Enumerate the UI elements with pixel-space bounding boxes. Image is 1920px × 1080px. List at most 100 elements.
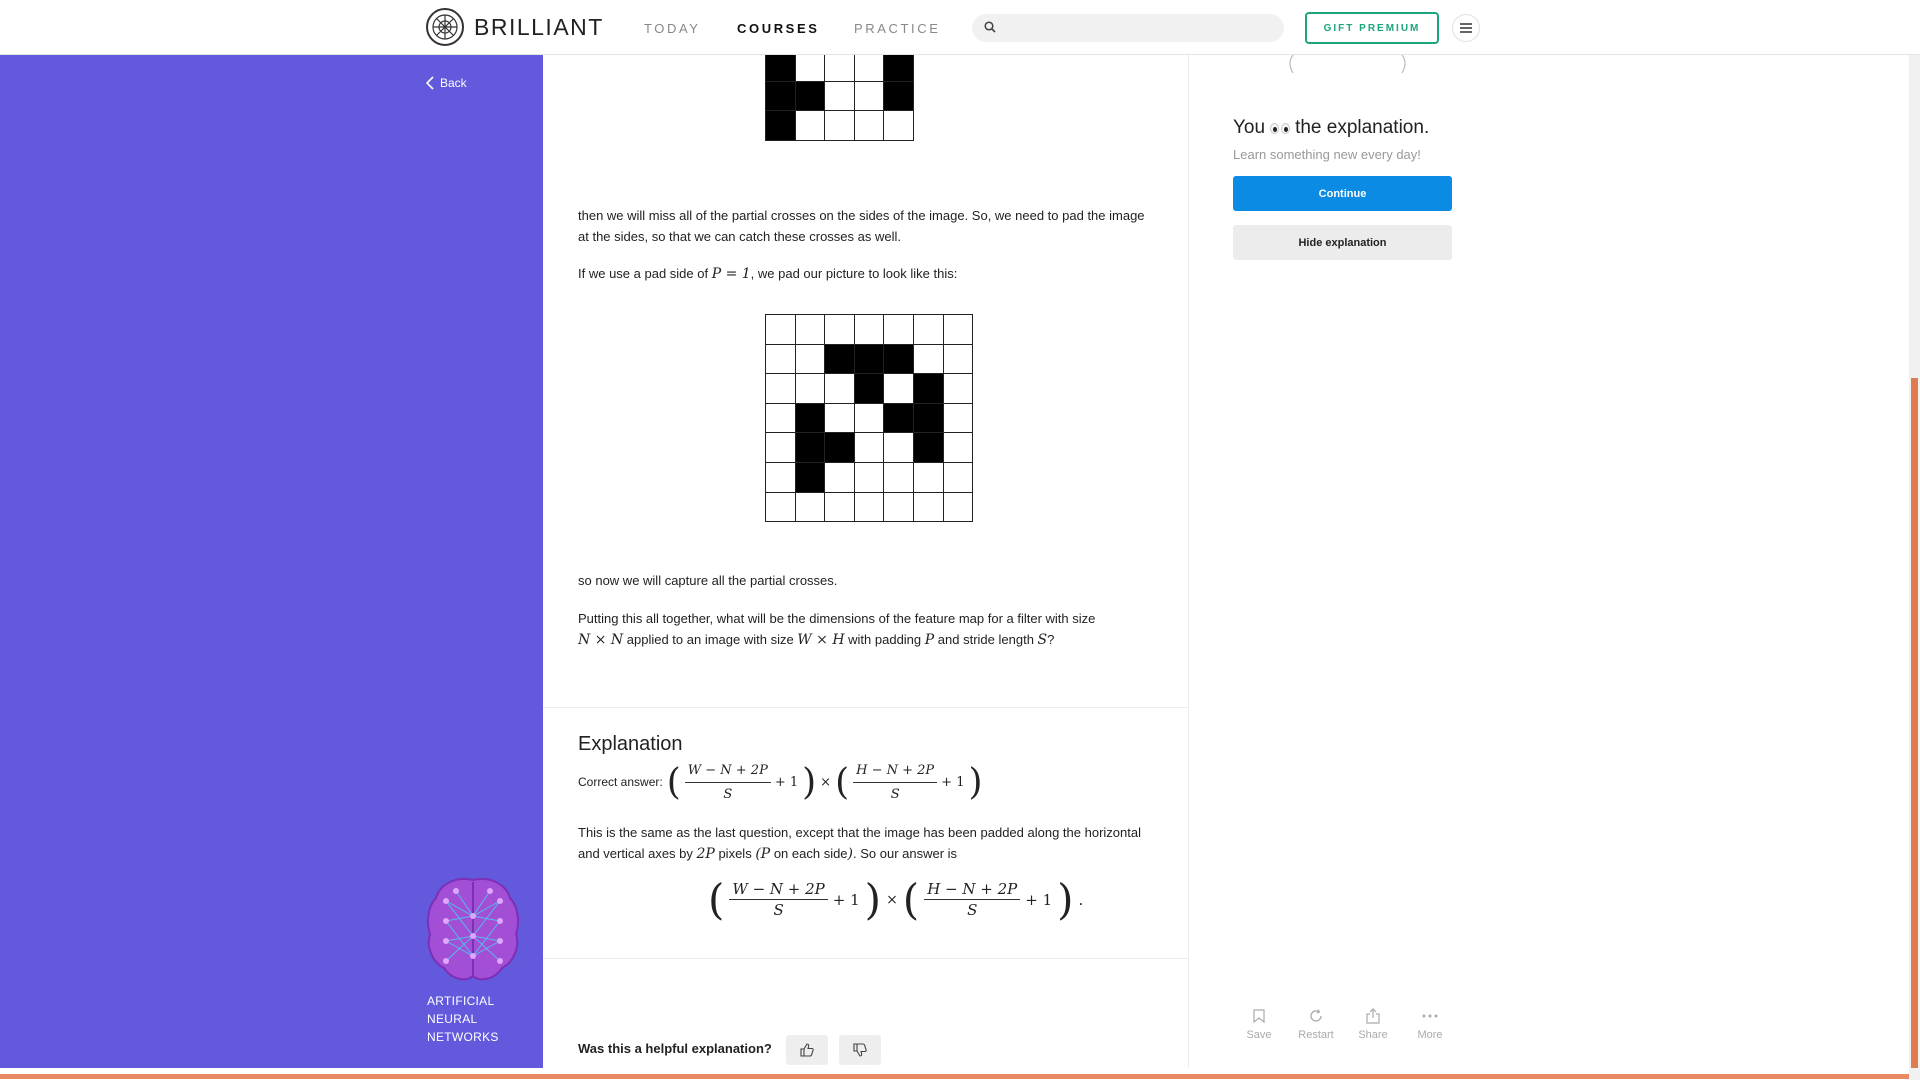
pixel-white [824,402,855,434]
pixel-black [853,373,885,404]
pixel-white [765,343,796,375]
course-title[interactable]: ARTIFICIAL NEURAL NETWORKS [427,992,499,1046]
pixel-white [853,110,885,141]
math-inline: W × H [797,632,845,648]
pixel-black [824,343,855,375]
pixel-white [794,343,826,375]
pixel-white [912,314,944,345]
pixel-black [912,402,944,434]
pixel-white [765,432,796,463]
pixel-white [883,110,914,141]
back-link[interactable]: Back [426,76,467,90]
fraction: H − N + 2P S [924,880,1021,919]
pixel-white [794,51,826,82]
restart-label: Restart [1298,1029,1334,1041]
pixel-white [883,314,914,345]
pixel-black [765,110,796,141]
brand-logo[interactable]: BRILLIANT [426,8,604,46]
paragraph: If we use a pad side of P = 1, we pad ou… [578,263,1158,285]
pixel-white [912,461,944,493]
text: ? [1047,632,1055,647]
pixel-white [824,373,855,404]
paragraph: so now we will capture all the partial c… [578,573,838,588]
text: You [1233,117,1266,138]
text: the explanation. [1295,117,1430,138]
save-action[interactable]: Save [1229,1005,1289,1041]
scrollbar-thumb[interactable] [1911,378,1918,1068]
pixel-white [912,343,944,375]
pixel-white [765,491,796,523]
pixel-white [765,373,796,404]
thumbs-down-button[interactable] [839,1035,881,1065]
eyes-icon [1270,122,1291,134]
pixel-black [794,432,826,463]
more-action[interactable]: More [1400,1005,1460,1041]
restart-action[interactable]: Restart [1286,1005,1346,1041]
pixel-white [942,343,974,375]
back-label: Back [440,76,467,90]
search-icon [984,21,996,33]
math-inline: N × N [578,632,624,648]
text: . So our answer is [853,846,958,861]
thumbs-down-icon [853,1043,867,1057]
brand-name: BRILLIANT [474,13,604,40]
pixel-black [883,51,914,82]
partial-formula-fragment [1275,51,1415,79]
fraction: H − N + 2P S [853,760,938,805]
course-title-line: NETWORKS [427,1030,499,1044]
pixel-white [794,373,826,404]
pixel-black [765,80,796,112]
divider [543,707,1189,708]
pixel-white [853,402,885,434]
search-input[interactable] [972,14,1284,42]
chevron-left-icon [426,76,434,90]
nav-courses[interactable]: COURSES [737,21,820,36]
helpful-question: Was this a helpful explanation? [578,1041,772,1056]
course-title-line: NEURAL [427,1012,478,1026]
pixel-black [883,343,914,375]
nav-today[interactable]: TODAY [644,21,701,36]
display-equation: ( W − N + 2P S + 1 ) × ( H − N + 2P S + 1 … [708,875,1084,924]
nav-practice[interactable]: PRACTICE [854,21,941,36]
pixel-black [794,80,826,112]
pixel-white [853,432,885,463]
math-inline: P = 1 [711,266,751,282]
you-the-explanation: You the explanation. [1233,117,1429,139]
math-inline: S [1037,632,1048,648]
explanation-panel: You the explanation. Learn something new… [1189,52,1909,1068]
pixel-white [794,110,826,141]
more-dots-icon [1422,1014,1438,1018]
pixel-white [853,314,885,345]
gift-premium-button[interactable]: GIFT PREMIUM [1305,12,1439,44]
continue-button[interactable]: Continue [1233,176,1452,211]
top-nav: BRILLIANT TODAY COURSES PRACTICE GIFT PR… [0,0,1920,55]
pixel-white [942,461,974,493]
pixel-black [883,80,914,112]
pixel-black [883,402,914,434]
page-scrollbar[interactable] [1909,0,1920,1080]
pixel-black [853,343,885,375]
correct-answer: Correct answer: ( W − N + 2P S + 1 ) × ( … [578,760,983,805]
question-text: Putting this all together, what will be … [578,608,1158,651]
math-inline: (P [755,846,771,862]
menu-button[interactable] [1452,14,1480,42]
share-icon [1366,1008,1380,1024]
pixel-white [853,80,885,112]
restart-icon [1310,1009,1322,1022]
padded-image-grid [765,314,974,523]
pixel-white [883,461,914,493]
pixel-white [853,461,885,493]
thumbs-up-button[interactable] [786,1035,828,1065]
pixel-black [794,402,826,434]
hamburger-icon [1460,23,1472,33]
pixel-white [942,314,974,345]
pixel-white [824,110,855,141]
pixel-black [765,51,796,82]
pixel-white [853,51,885,82]
pixel-white [765,461,796,493]
explanation-body: This is the same as the last question, e… [578,822,1158,865]
share-action[interactable]: Share [1343,1005,1403,1041]
text: If we use a pad side of [578,266,712,281]
pixel-white [883,373,914,404]
hide-explanation-button[interactable]: Hide explanation [1233,225,1452,260]
